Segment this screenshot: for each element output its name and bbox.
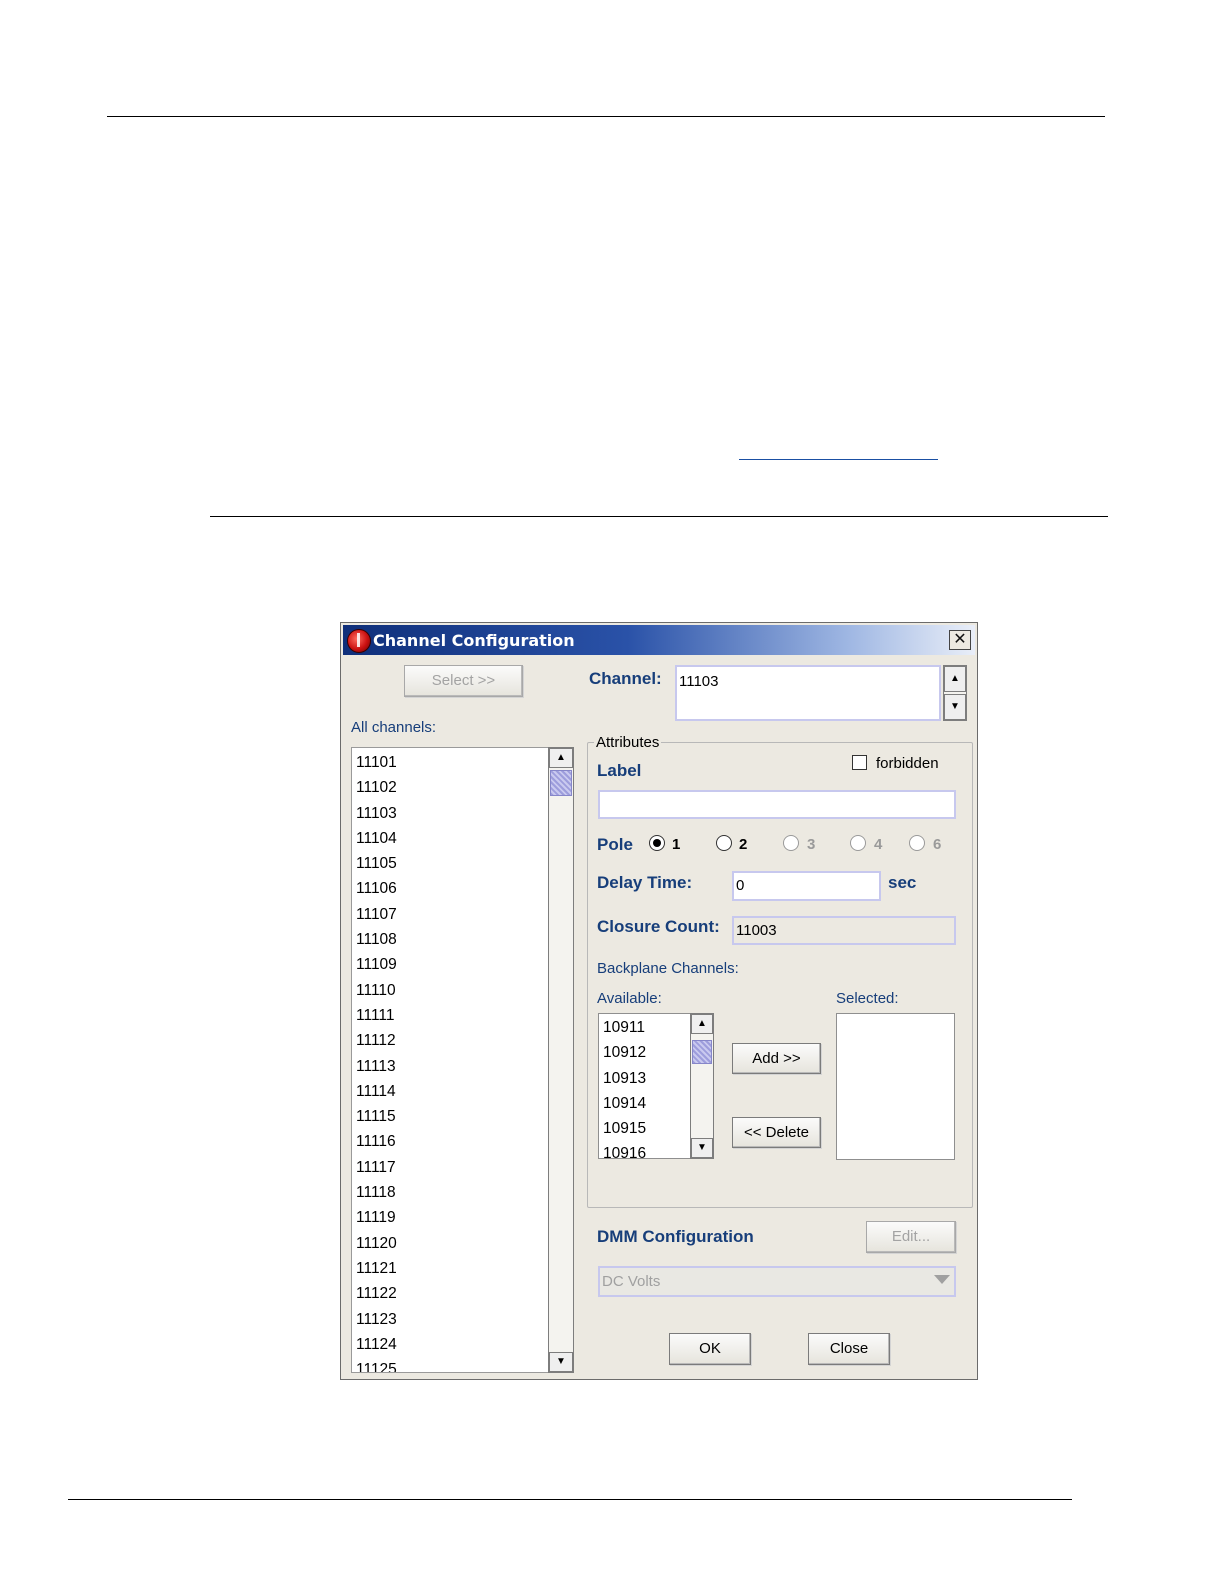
available-scroll-up-icon[interactable]: ▲ (691, 1014, 713, 1034)
pole-4-radio[interactable] (850, 835, 866, 851)
link-underline (739, 459, 938, 460)
spinner-down-icon[interactable]: ▼ (944, 694, 966, 720)
pole-6-radio[interactable] (909, 835, 925, 851)
chevron-down-icon (934, 1275, 950, 1284)
forbidden-checkbox[interactable] (852, 755, 867, 770)
channel-list-item[interactable]: 11114 (352, 1079, 549, 1104)
close-icon[interactable]: ✕ (949, 630, 971, 650)
all-channels-scrollbar[interactable]: ▲ ▼ (548, 747, 574, 1373)
section-rule (210, 516, 1108, 517)
add-button[interactable]: Add >> (732, 1043, 821, 1074)
closure-count-label: Closure Count: (597, 917, 720, 936)
available-list[interactable]: 10911 10912 10913 10914 10915 10916 (598, 1013, 690, 1159)
channel-list-item[interactable]: 11111 (352, 1003, 549, 1028)
dmm-function-value: DC Volts (602, 1273, 661, 1290)
forbidden-label: forbidden (876, 755, 939, 772)
channel-list-item[interactable]: 11108 (352, 927, 549, 952)
all-channels-list[interactable]: 11101 11102 11103 11104 11105 11106 11107 11108… (351, 747, 549, 1373)
available-scrollbar[interactable]: ▲ ▼ (690, 1013, 714, 1159)
top-rule (107, 116, 1105, 117)
pole-1-radio[interactable] (649, 835, 665, 851)
available-scroll-thumb[interactable] (692, 1040, 712, 1064)
label-input[interactable] (598, 790, 956, 819)
available-list-item[interactable]: 10916 (599, 1141, 690, 1158)
window-title: Channel Configuration (373, 631, 575, 650)
channel-list-item[interactable]: 11125 (352, 1357, 549, 1372)
backplane-channels-label: Backplane Channels: (597, 960, 739, 977)
channel-list-item[interactable]: 11115 (352, 1104, 549, 1129)
channel-list-item[interactable]: 11109 (352, 952, 549, 977)
delay-time-label: Delay Time: (597, 873, 693, 892)
pole-3-radio[interactable] (783, 835, 799, 851)
all-channels-label: All channels: (351, 719, 437, 736)
scroll-down-icon[interactable]: ▼ (549, 1352, 573, 1372)
channel-list-item[interactable]: 11124 (352, 1332, 549, 1357)
channel-list-item[interactable]: 11120 (352, 1231, 549, 1256)
channel-list-item[interactable]: 11107 (352, 902, 549, 927)
channel-list-item[interactable]: 11121 (352, 1256, 549, 1281)
delete-button[interactable]: << Delete (732, 1117, 821, 1148)
channel-list-item[interactable]: 11104 (352, 826, 549, 851)
close-button[interactable]: Close (808, 1333, 890, 1365)
channel-list-item[interactable]: 11105 (352, 851, 549, 876)
channel-label: Channel: (589, 669, 662, 688)
title-bar[interactable]: Channel Configuration ✕ (343, 625, 975, 655)
channel-list-item[interactable]: 11106 (352, 876, 549, 901)
channel-list-item[interactable]: 11116 (352, 1129, 549, 1154)
edit-button[interactable]: Edit... (866, 1221, 956, 1253)
pole-2-label: 2 (739, 836, 748, 853)
scroll-thumb[interactable] (550, 770, 572, 796)
pole-1-label: 1 (672, 836, 681, 853)
pole-label: Pole (597, 835, 633, 854)
channel-spinner[interactable]: ▲ ▼ (943, 665, 967, 721)
available-list-item[interactable]: 10915 (599, 1116, 690, 1141)
dmm-function-select[interactable]: DC Volts (598, 1266, 956, 1297)
channel-list-item[interactable]: 11122 (352, 1281, 549, 1306)
channel-list-item[interactable]: 11112 (352, 1028, 549, 1053)
app-icon (347, 629, 371, 653)
channel-list-item[interactable]: 11110 (352, 978, 549, 1003)
available-list-item[interactable]: 10914 (599, 1091, 690, 1116)
attributes-title: Attributes (594, 734, 662, 751)
select-button[interactable]: Select >> (404, 665, 523, 697)
available-label: Available: (597, 990, 662, 1007)
bottom-rule (68, 1499, 1072, 1500)
pole-4-label: 4 (874, 836, 883, 853)
available-list-item[interactable]: 10913 (599, 1066, 690, 1091)
pole-6-label: 6 (933, 836, 942, 853)
channel-list-item[interactable]: 11118 (352, 1180, 549, 1205)
scroll-up-icon[interactable]: ▲ (549, 748, 573, 768)
channel-list-item[interactable]: 11103 (352, 801, 549, 826)
channel-field[interactable]: 11103 (675, 665, 941, 721)
selected-list[interactable] (836, 1013, 955, 1160)
channel-value: 11103 (679, 673, 719, 690)
channel-list-item[interactable]: 11101 (352, 750, 549, 775)
channel-configuration-dialog: Channel Configuration ✕ Select >> Channe… (340, 622, 978, 1380)
pole-3-label: 3 (807, 836, 816, 853)
available-list-item[interactable]: 10912 (599, 1040, 690, 1065)
available-scroll-down-icon[interactable]: ▼ (691, 1138, 713, 1158)
ok-button[interactable]: OK (669, 1333, 751, 1365)
channel-list-item[interactable]: 11102 (352, 775, 549, 800)
pole-2-radio[interactable] (716, 835, 732, 851)
delay-unit-label: sec (888, 873, 917, 892)
closure-count-field: 11003 (732, 916, 956, 945)
available-list-item[interactable]: 10911 (599, 1015, 690, 1040)
spinner-up-icon[interactable]: ▲ (944, 666, 966, 692)
delay-time-input[interactable]: 0 (732, 871, 881, 901)
selected-label: Selected: (836, 990, 899, 1007)
channel-list-item[interactable]: 11123 (352, 1307, 549, 1332)
label-title: Label (597, 761, 642, 780)
channel-list-item[interactable]: 11119 (352, 1205, 549, 1230)
channel-list-item[interactable]: 11117 (352, 1155, 549, 1180)
channel-list-item[interactable]: 11113 (352, 1054, 549, 1079)
dmm-configuration-label: DMM Configuration (597, 1227, 754, 1246)
